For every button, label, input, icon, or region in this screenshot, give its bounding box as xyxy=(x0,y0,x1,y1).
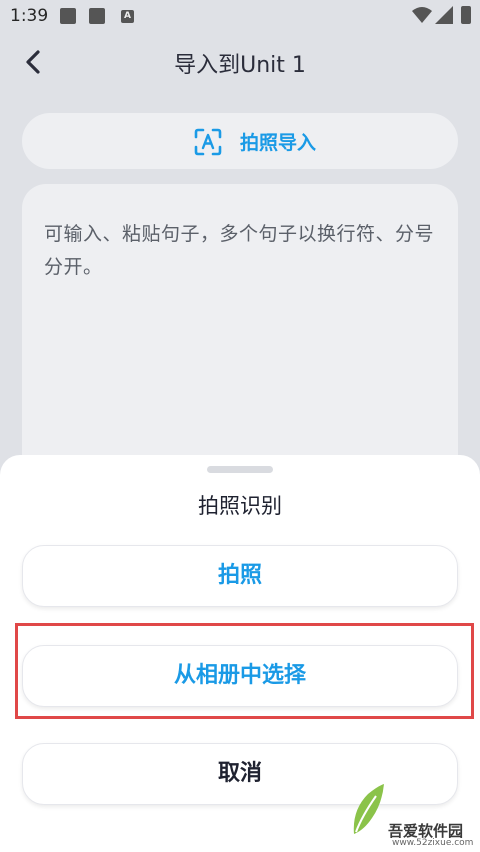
signal-icon xyxy=(435,6,453,24)
watermark: 吾爱软件园 www.52zixue.com xyxy=(348,772,478,850)
battery-icon xyxy=(461,6,471,24)
status-time: 1:39 xyxy=(10,6,49,26)
status-bar: 1:39 A xyxy=(0,0,480,36)
photo-import-label: 拍照导入 xyxy=(240,132,317,154)
keyboard-badge: A xyxy=(124,11,131,21)
page-title: 导入到Unit 1 xyxy=(174,53,306,78)
take-photo-button[interactable]: 拍照 xyxy=(22,545,458,607)
watermark-url: www.52zixue.com xyxy=(392,838,474,848)
notification-icon xyxy=(60,8,76,24)
keyboard-icon: A xyxy=(121,10,134,23)
wifi-icon xyxy=(412,7,432,23)
notification-icon xyxy=(89,8,105,24)
leaf-logo-icon xyxy=(353,784,384,834)
choose-from-album-button[interactable]: 从相册中选择 xyxy=(22,645,458,707)
sheet-title: 拍照识别 xyxy=(198,494,282,518)
scan-text-icon xyxy=(194,128,222,156)
sheet-drag-handle[interactable] xyxy=(207,466,273,473)
input-placeholder: 可输入、粘贴句子，多个句子以换行符、分号分开。 xyxy=(44,223,435,278)
photo-import-button[interactable]: 拍照导入 xyxy=(22,113,458,169)
